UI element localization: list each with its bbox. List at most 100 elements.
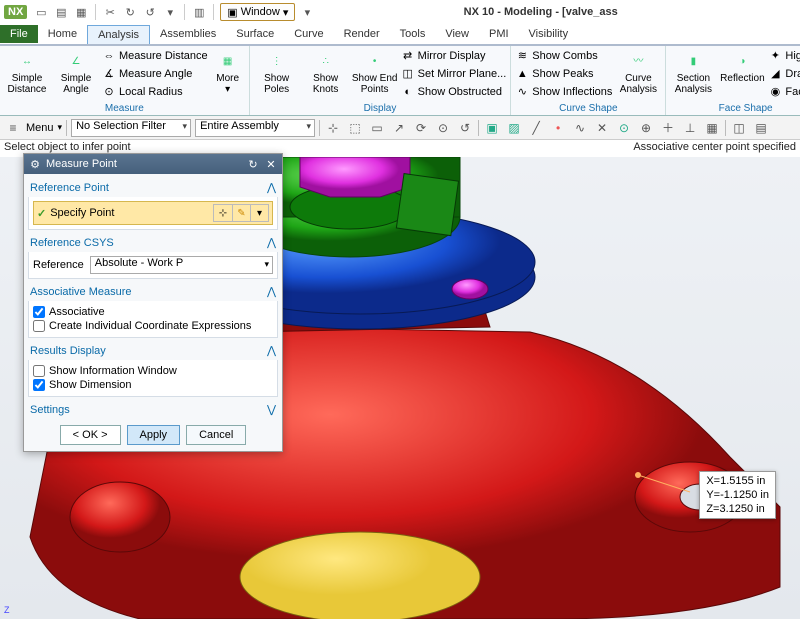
snap-tangent-icon[interactable]: ＋ <box>659 119 677 137</box>
point-constructor-icon[interactable]: ⊹ <box>214 205 232 221</box>
more-button[interactable]: ▦More▾ <box>211 47 245 95</box>
show-dimension-checkbox[interactable]: Show Dimension <box>33 378 273 392</box>
reset-icon[interactable]: ↻ <box>246 157 260 171</box>
set-mirror-plane-button[interactable]: ◫Set Mirror Plane... <box>401 65 507 82</box>
menu-analysis[interactable]: Analysis <box>87 25 150 44</box>
show-end-points-button[interactable]: •Show EndPoints <box>352 47 398 95</box>
app-title: NX 10 - Modeling - [valve_ass <box>315 6 796 18</box>
close-icon[interactable]: ✕ <box>264 157 278 171</box>
tool-icon[interactable]: ◫ <box>730 119 748 137</box>
menu-home[interactable]: Home <box>38 25 87 43</box>
menu-assemblies[interactable]: Assemblies <box>150 25 226 43</box>
radius-icon: ⊙ <box>102 85 116 99</box>
undo-icon[interactable]: ↺ <box>142 4 158 20</box>
chevron-up-icon: ⋀ <box>267 344 276 357</box>
simple-angle-button[interactable]: ∠SimpleAngle <box>53 47 99 95</box>
redo-icon[interactable]: ↻ <box>122 4 138 20</box>
ribbon-group-face-shape: ▮SectionAnalysis ◑Reflection ✦Highlig ◢D… <box>666 46 800 115</box>
status-result: Associative center point specified <box>633 141 796 156</box>
local-radius-button[interactable]: ⊙Local Radius <box>102 83 208 100</box>
paste-icon[interactable]: ▥ <box>191 4 207 20</box>
measure-distance-button[interactable]: ⇔Measure Distance <box>102 47 208 64</box>
save-icon[interactable]: ▦ <box>73 4 89 20</box>
snap-arc-icon[interactable]: ⊙ <box>615 119 633 137</box>
face-curvature-button[interactable]: ◉Face C <box>768 83 800 100</box>
snap-intersect-icon[interactable]: ✕ <box>593 119 611 137</box>
help-icon[interactable]: ▾ <box>299 4 315 20</box>
draft-analysis-button[interactable]: ◢Draft A <box>768 65 800 82</box>
snap-grid-icon[interactable]: ▦ <box>703 119 721 137</box>
create-expressions-checkbox[interactable]: Create Individual Coordinate Expressions <box>33 319 273 333</box>
dropdown-icon[interactable]: ▾ <box>162 4 178 20</box>
window-selector[interactable]: ▣ Window ▾ <box>220 3 295 21</box>
tool-icon[interactable]: ▤ <box>752 119 770 137</box>
show-knots-button[interactable]: ∴ShowKnots <box>303 47 349 95</box>
snap-icon[interactable]: ⬚ <box>346 119 364 137</box>
selection-scope-combo[interactable]: Entire Assembly <box>195 119 315 137</box>
ok-button[interactable]: < OK > <box>60 425 121 445</box>
snap-end-icon[interactable]: ▣ <box>483 119 501 137</box>
measure-angle-button[interactable]: ∡Measure Angle <box>102 65 208 82</box>
gear-icon[interactable]: ⚙ <box>28 157 42 171</box>
specify-point-row[interactable]: ✓ Specify Point ⊹ ✎ ▾ <box>33 201 273 225</box>
point-dropper-icon[interactable]: ✎ <box>232 205 250 221</box>
highlight-icon: ✦ <box>768 49 782 63</box>
section-settings[interactable]: Settings⋁ <box>28 400 278 419</box>
menu-curve[interactable]: Curve <box>284 25 333 43</box>
show-peaks-button[interactable]: ▲Show Peaks <box>515 65 612 82</box>
section-associative-measure[interactable]: Associative Measure⋀ <box>28 282 278 301</box>
section-reference-csys[interactable]: Reference CSYS⋀ <box>28 233 278 252</box>
chevron-down-icon: ⋁ <box>267 403 276 416</box>
snap-quad-icon[interactable]: ⊕ <box>637 119 655 137</box>
mirror-display-button[interactable]: ⇄Mirror Display <box>401 47 507 64</box>
angle-icon: ∠ <box>64 49 88 73</box>
section-analysis-button[interactable]: ▮SectionAnalysis <box>670 47 716 95</box>
simple-distance-button[interactable]: ↔SimpleDistance <box>4 47 50 95</box>
show-obstructed-button[interactable]: ◐Show Obstructed <box>401 83 507 100</box>
menu-visibility[interactable]: Visibility <box>519 25 579 43</box>
highlight-button[interactable]: ✦Highlig <box>768 47 800 64</box>
snap-perp-icon[interactable]: ⊥ <box>681 119 699 137</box>
snap-line-icon[interactable]: ╱ <box>527 119 545 137</box>
open-icon[interactable]: ▤ <box>53 4 69 20</box>
show-info-checkbox[interactable]: Show Information Window <box>33 364 273 378</box>
cancel-button[interactable]: Cancel <box>186 425 246 445</box>
show-inflections-button[interactable]: ∿Show Inflections <box>515 83 612 100</box>
ribbon: ↔SimpleDistance ∠SimpleAngle ⇔Measure Di… <box>0 46 800 116</box>
associative-checkbox[interactable]: Associative <box>33 305 273 319</box>
menu-surface[interactable]: Surface <box>226 25 284 43</box>
menu-icon[interactable]: ≡ <box>4 119 22 137</box>
snap-icon[interactable]: ⟳ <box>412 119 430 137</box>
snap-curve-icon[interactable]: ∿ <box>571 119 589 137</box>
check-icon: ✓ <box>37 207 46 220</box>
snap-mid-icon[interactable]: ▨ <box>505 119 523 137</box>
cut-icon[interactable]: ✂ <box>102 4 118 20</box>
section-reference-point[interactable]: Reference Point⋀ <box>28 178 278 197</box>
snap-icon[interactable]: ↺ <box>456 119 474 137</box>
specify-point-label: Specify Point <box>50 207 209 219</box>
new-icon[interactable]: ▭ <box>33 4 49 20</box>
snap-icon[interactable]: ⊙ <box>434 119 452 137</box>
point-dropdown-icon[interactable]: ▾ <box>250 205 268 221</box>
snap-icon[interactable]: ▭ <box>368 119 386 137</box>
section-results-display[interactable]: Results Display⋀ <box>28 341 278 360</box>
reference-csys-combo[interactable]: Absolute - Work P <box>90 256 273 274</box>
selection-filter-combo[interactable]: No Selection Filter <box>71 119 191 137</box>
snap-icon[interactable]: ⊹ <box>324 119 342 137</box>
snap-point-icon[interactable]: • <box>549 119 567 137</box>
menu-pmi[interactable]: PMI <box>479 25 519 43</box>
menu-tools[interactable]: Tools <box>390 25 436 43</box>
window-label: Window <box>241 6 280 18</box>
show-poles-button[interactable]: ⋮ShowPoles <box>254 47 300 95</box>
menu-render[interactable]: Render <box>334 25 390 43</box>
menu-view[interactable]: View <box>435 25 479 43</box>
dialog-titlebar[interactable]: ⚙ Measure Point ↻ ✕ <box>24 154 282 174</box>
snap-icon[interactable]: ↗ <box>390 119 408 137</box>
curve-analysis-button[interactable]: 〰CurveAnalysis <box>615 47 661 95</box>
menu-label[interactable]: Menu <box>26 122 54 134</box>
coord-z: Z=3.1250 in <box>706 502 769 516</box>
menu-file[interactable]: File <box>0 25 38 43</box>
show-combs-button[interactable]: ≋Show Combs <box>515 47 612 64</box>
apply-button[interactable]: Apply <box>127 425 181 445</box>
reflection-button[interactable]: ◑Reflection <box>719 47 765 84</box>
